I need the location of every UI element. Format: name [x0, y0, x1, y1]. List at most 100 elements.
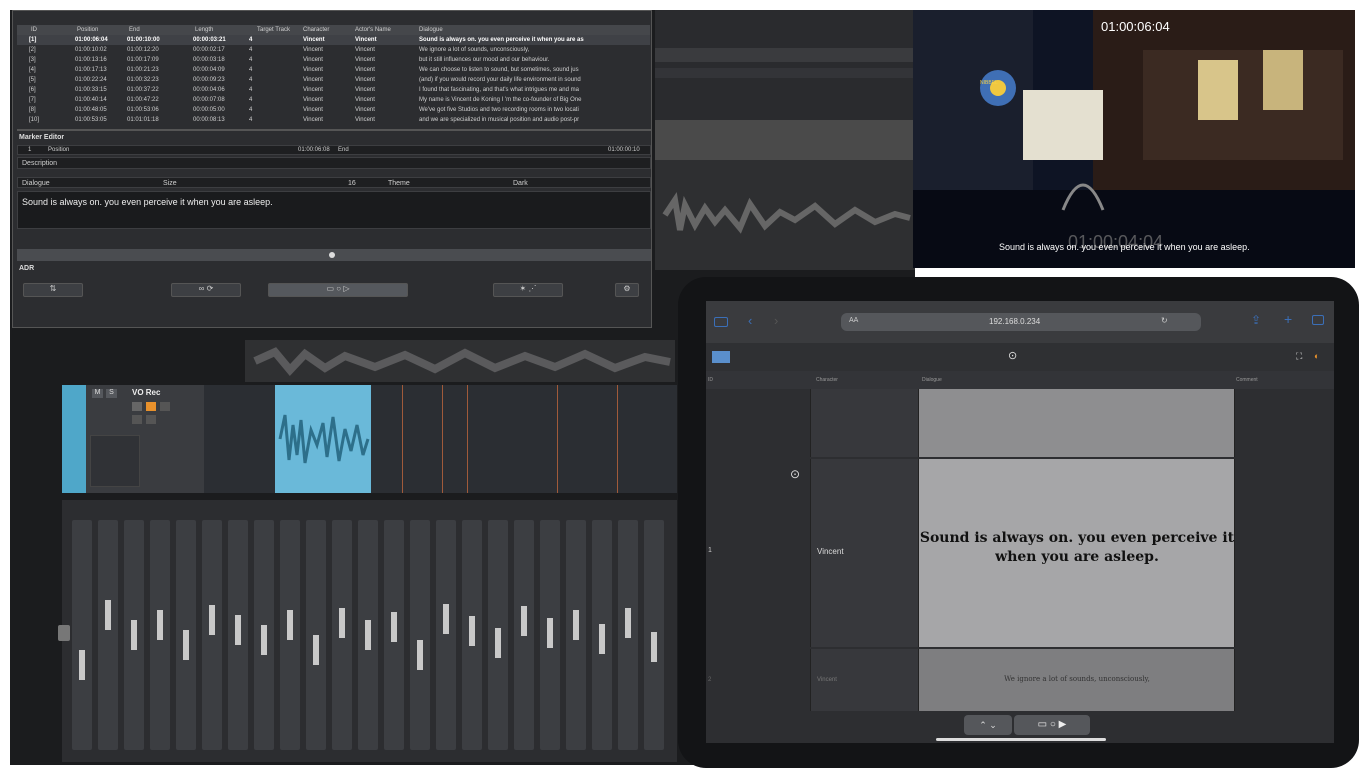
current-row-dialogue-cell[interactable]: Sound is always on. you even perceive it…: [918, 459, 1234, 647]
current-row-character-cell[interactable]: Vincent: [810, 459, 918, 647]
cell-position: 01:00:10:02: [75, 47, 107, 53]
read-button[interactable]: [160, 402, 170, 411]
forward-icon[interactable]: ›: [774, 313, 778, 328]
fullscreen-icon[interactable]: ⛶: [1296, 351, 1302, 362]
next-row-dialogue: We ignore a lot of sounds, unconsciously…: [1004, 675, 1150, 683]
col-position[interactable]: Position: [77, 27, 98, 33]
cell-position: 01:00:06:04: [75, 37, 108, 43]
ipad-transport-buttons[interactable]: ▭ ○ ▶: [1014, 715, 1090, 735]
cell-id: [2]: [29, 47, 36, 53]
current-row-id-cell[interactable]: ⊙ 1: [706, 459, 810, 647]
marker-row[interactable]: [6] 01:00:33:15 01:00:37:22 00:00:04:06 …: [17, 85, 650, 95]
marker-id-value: 1: [28, 147, 32, 153]
write-button[interactable]: [132, 415, 142, 424]
cell-length: 00:00:04:06: [193, 87, 225, 93]
resize-handle-icon[interactable]: [329, 252, 335, 258]
new-tab-icon[interactable]: +: [1284, 311, 1292, 327]
cell-end: 01:00:47:22: [127, 97, 159, 103]
theme-toggle-icon[interactable]: ◐: [1314, 351, 1319, 361]
marker-tools-button[interactable]: ✶ ⋰: [493, 283, 563, 297]
col-dialogue[interactable]: Dialogue: [419, 27, 443, 33]
description-field[interactable]: Description: [17, 157, 651, 169]
col-target-track[interactable]: Target Track: [257, 27, 290, 33]
import-export-button[interactable]: ⇅: [23, 283, 83, 297]
app-header: ⊙ ⛶ ◐: [706, 343, 1334, 371]
marker-row[interactable]: [7] 01:00:40:14 01:00:47:22 00:00:07:08 …: [17, 95, 650, 105]
settings-gear-icon[interactable]: ⚙: [615, 283, 639, 297]
storefront-sign: NIBBEL: [980, 80, 998, 86]
col-id[interactable]: ID: [31, 27, 37, 33]
tabs-icon[interactable]: [1312, 315, 1324, 325]
cell-end: 01:00:21:23: [127, 67, 159, 73]
share-icon[interactable]: ⇪: [1251, 313, 1261, 327]
theme-select[interactable]: Dark: [513, 180, 528, 187]
cell-actor: Vincent: [355, 47, 375, 53]
cell-track: 4: [249, 77, 253, 83]
cell-dialogue: My name is Vincent de Koning I 'm the co…: [419, 97, 582, 103]
sidebar-icon[interactable]: [714, 317, 728, 327]
adr-title[interactable]: ADR: [19, 265, 34, 272]
end-label[interactable]: End: [338, 147, 349, 153]
mixer-scroll-handle[interactable]: [58, 625, 70, 641]
app-logo: [712, 351, 730, 363]
cell-end: 01:00:12:20: [127, 47, 159, 53]
current-row-id: 1: [708, 547, 712, 554]
video-subtitle: Sound is always on. you even perceive it…: [999, 242, 1250, 252]
reader-aa-button[interactable]: AA: [849, 317, 858, 324]
audio-clip[interactable]: [275, 385, 371, 493]
table-scrollbar[interactable]: [17, 129, 651, 131]
dialogue-text-area[interactable]: Sound is always on. you even perceive it…: [17, 191, 651, 229]
theme-label: Theme: [388, 180, 410, 187]
position-label[interactable]: Position: [48, 147, 69, 153]
position-value[interactable]: 01:00:06:08: [298, 147, 330, 153]
arrange-toolbar: [655, 10, 915, 120]
marker-row[interactable]: [8] 01:00:48:05 01:00:53:06 00:00:05:00 …: [17, 105, 650, 115]
cell-position: 01:00:13:16: [75, 57, 107, 63]
url-text[interactable]: 192.168.0.234: [989, 317, 1040, 326]
end-value[interactable]: 01:00:00:10: [608, 147, 640, 153]
col-end[interactable]: End: [129, 27, 140, 33]
mute-button[interactable]: M: [92, 389, 103, 398]
marker-adr-window: ID Position End Length Target Track Char…: [12, 10, 652, 328]
next-row-dialogue-cell[interactable]: We ignore a lot of sounds, unconsciously…: [918, 649, 1234, 711]
marker-editor-title[interactable]: Marker Editor: [19, 134, 64, 141]
next-row-comment-cell[interactable]: [1234, 649, 1334, 711]
lock-button[interactable]: [146, 415, 156, 424]
back-icon[interactable]: ‹: [748, 313, 752, 328]
dialogue-label[interactable]: Dialogue: [22, 180, 50, 187]
size-value[interactable]: 16: [348, 180, 356, 187]
reload-icon[interactable]: ↻: [1161, 316, 1168, 325]
cell-track: 4: [249, 37, 253, 43]
col-character[interactable]: Character: [303, 27, 329, 33]
current-row-comment-cell[interactable]: [1234, 459, 1334, 647]
address-bar[interactable]: AA 192.168.0.234 ↻: [841, 313, 1201, 331]
cell-actor: Vincent: [355, 87, 375, 93]
marker-row[interactable]: [5] 01:00:22:24 01:00:32:23 00:00:09:23 …: [17, 75, 650, 85]
transport-buttons[interactable]: ▭ ○ ▷: [268, 283, 408, 297]
next-row-id-cell[interactable]: 2: [706, 649, 810, 711]
next-row-character-cell[interactable]: Vincent: [810, 649, 918, 711]
sync-icon[interactable]: ⊙: [1008, 349, 1017, 362]
marker-row[interactable]: [3] 01:00:13:16 01:00:17:09 00:00:03:18 …: [17, 55, 650, 65]
monitor-button[interactable]: [146, 402, 156, 411]
marker-row[interactable]: [2] 01:00:10:02 01:00:12:20 00:00:02:17 …: [17, 45, 650, 55]
cell-length: 00:00:02:17: [193, 47, 225, 53]
cell-length: 00:00:09:23: [193, 77, 225, 83]
loop-cycle-button[interactable]: ∞ ⟳: [171, 283, 241, 297]
track-header[interactable]: M S VO Rec: [86, 385, 204, 493]
solo-button[interactable]: S: [106, 389, 117, 398]
col-actor-name[interactable]: Actor's Name: [355, 27, 391, 33]
marker-row[interactable]: [10] 01:00:53:05 01:01:01:18 00:00:08:13…: [17, 115, 650, 125]
ipad-table-header: ID Character Dialogue Comment: [706, 371, 1334, 389]
cell-dialogue: and we are specialized in musical positi…: [419, 117, 580, 123]
cell-length: 00:00:04:09: [193, 67, 225, 73]
record-arm-button[interactable]: [132, 402, 142, 411]
cell-dialogue: (and) if you would record your daily lif…: [419, 77, 581, 83]
marker-table-header: ID Position End Length Target Track Char…: [17, 25, 650, 35]
prev-next-buttons[interactable]: ⌃ ⌄: [964, 715, 1012, 735]
marker-row[interactable]: [1] 01:00:06:04 01:00:10:00 00:00:03:21 …: [17, 35, 650, 45]
editor-resize-bar[interactable]: [17, 249, 651, 261]
dialogue-settings-row: Dialogue Size 16 Theme Dark: [17, 177, 651, 188]
marker-row[interactable]: [4] 01:00:17:13 01:00:21:23 00:00:04:09 …: [17, 65, 650, 75]
col-length[interactable]: Length: [195, 27, 213, 33]
